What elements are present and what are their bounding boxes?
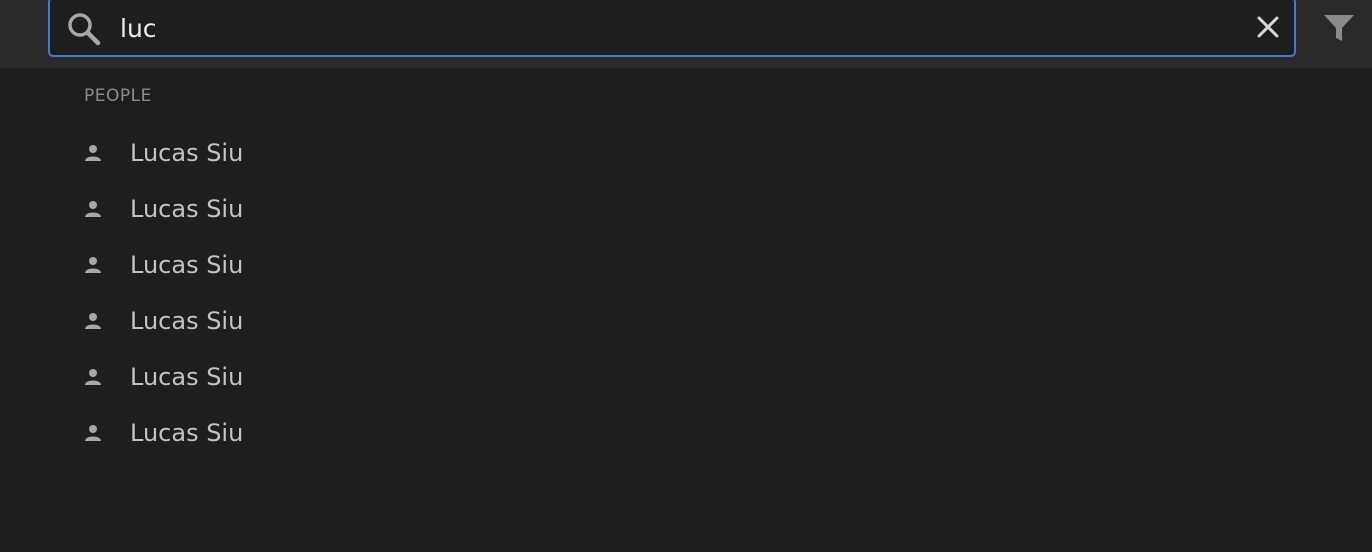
filter-icon[interactable]: [1322, 12, 1356, 44]
person-icon: [85, 201, 101, 217]
search-icon: [68, 13, 101, 46]
result-name: Lucas Siu: [130, 363, 244, 391]
close-icon[interactable]: [1255, 14, 1281, 40]
person-icon: [85, 257, 101, 273]
list-item[interactable]: Lucas Siu: [0, 238, 1372, 294]
section-label-people: PEOPLE: [84, 86, 152, 106]
person-icon: [85, 369, 101, 385]
list-item[interactable]: Lucas Siu: [0, 294, 1372, 350]
list-item[interactable]: Lucas Siu: [0, 182, 1372, 238]
results-list: Lucas Siu Lucas Siu Lucas Siu Lucas Siu …: [0, 126, 1372, 462]
result-name: Lucas Siu: [130, 139, 244, 167]
search-field[interactable]: [48, 0, 1296, 57]
list-item[interactable]: Lucas Siu: [0, 126, 1372, 182]
person-icon: [85, 313, 101, 329]
search-input[interactable]: [120, 8, 1220, 48]
result-name: Lucas Siu: [130, 419, 244, 447]
search-toolbar: [0, 0, 1372, 68]
result-name: Lucas Siu: [130, 251, 244, 279]
list-item[interactable]: Lucas Siu: [0, 350, 1372, 406]
result-name: Lucas Siu: [130, 307, 244, 335]
list-item[interactable]: Lucas Siu: [0, 406, 1372, 462]
person-icon: [85, 425, 101, 441]
result-name: Lucas Siu: [130, 195, 244, 223]
person-icon: [85, 145, 101, 161]
